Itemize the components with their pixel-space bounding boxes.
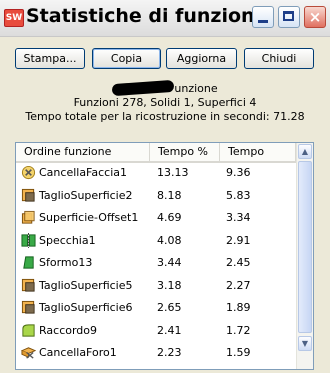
list-header: Ordine funzione Tempo % Tempo xyxy=(16,143,313,163)
close-dialog-button[interactable]: Chiudi xyxy=(244,48,314,69)
close-button[interactable]: × xyxy=(304,6,326,28)
feature-time: 1.89 xyxy=(226,301,251,314)
feature-name: TaglioSuperficie5 xyxy=(39,278,133,292)
feature-name: TaglioSuperficie6 xyxy=(39,301,133,314)
feature-time: 2.27 xyxy=(226,278,251,292)
feature-time-percent: 8.18 xyxy=(157,188,182,202)
feature-time: 3.34 xyxy=(226,211,251,224)
feature-statistics-window: SW Statistiche di funzione × Stampa... C… xyxy=(0,0,330,373)
scroll-down-arrow-icon[interactable]: ▼ xyxy=(298,336,312,351)
feature-time-percent: 13.13 xyxy=(157,166,189,179)
list-item[interactable]: Raccordo9 2.41 1.72 xyxy=(16,321,297,340)
feature-time-percent: 3.18 xyxy=(157,278,182,292)
offset-surface-icon xyxy=(21,210,36,225)
vertical-scrollbar[interactable]: ▲ ▼ xyxy=(296,143,313,369)
delete-face-icon xyxy=(21,165,36,180)
list-item[interactable]: CancellaFaccia1 13.13 9.36 xyxy=(16,163,297,182)
title-bar: SW Statistiche di funzione × xyxy=(0,0,330,37)
trim-surface-icon xyxy=(21,300,36,315)
redaction-mark xyxy=(112,79,175,97)
feature-name: Raccordo9 xyxy=(39,323,98,337)
column-header-time[interactable]: Tempo xyxy=(220,143,296,161)
print-button[interactable]: Stampa... xyxy=(15,48,85,69)
feature-time-percent: 3.44 xyxy=(157,256,182,269)
column-header-percent[interactable]: Tempo % xyxy=(150,143,220,161)
trim-surface-icon xyxy=(21,188,36,203)
feature-time: 2.45 xyxy=(226,256,251,269)
minimize-icon xyxy=(258,20,268,23)
maximize-icon xyxy=(283,11,294,21)
rebuild-time: Tempo totale per la ricostruzione in sec… xyxy=(25,110,305,123)
feature-time: 5.83 xyxy=(226,188,251,202)
list-item[interactable]: Superficie-Offset1 4.69 3.34 xyxy=(16,208,297,227)
feature-time-percent: 2.65 xyxy=(157,301,182,314)
refresh-button[interactable]: Aggiorna xyxy=(166,48,237,69)
feature-name: Sformo13 xyxy=(39,256,93,269)
list-item[interactable]: TaglioSuperficie6 2.65 1.89 xyxy=(16,298,297,317)
fillet-icon xyxy=(21,323,36,338)
delete-hole-icon xyxy=(20,345,37,360)
copy-button[interactable]: Copia xyxy=(92,48,161,69)
part-name-suffix: unzione xyxy=(174,82,218,95)
trim-surface-icon xyxy=(21,278,36,293)
feature-list[interactable]: Ordine funzione Tempo % Tempo CancellaFa… xyxy=(15,142,314,370)
feature-name: CancellaFaccia1 xyxy=(39,166,128,179)
scroll-thumb[interactable] xyxy=(298,161,312,333)
list-item[interactable]: TaglioSuperficie5 3.18 2.27 xyxy=(16,276,297,295)
feature-time-percent: 4.08 xyxy=(157,233,182,247)
feature-time: 9.36 xyxy=(226,166,251,179)
feature-name: Superficie-Offset1 xyxy=(39,211,139,224)
feature-name: CancellaForo1 xyxy=(39,346,117,359)
part-name-line: unzione xyxy=(0,79,330,97)
feature-name: TaglioSuperficie2 xyxy=(39,188,133,202)
list-item[interactable]: Sformo13 3.44 2.45 xyxy=(16,253,297,272)
scroll-up-arrow-icon[interactable]: ▲ xyxy=(298,144,312,159)
close-icon: × xyxy=(308,8,322,26)
feature-time-percent: 4.69 xyxy=(157,211,182,224)
maximize-button[interactable] xyxy=(278,6,300,28)
draft-icon xyxy=(21,255,36,270)
feature-time: 1.72 xyxy=(226,323,251,337)
minimize-button[interactable] xyxy=(252,6,274,28)
feature-time: 1.59 xyxy=(226,346,251,359)
window-title: Statistiche di funzione xyxy=(26,5,268,27)
feature-counts: Funzioni 278, Solidi 1, Superfici 4 xyxy=(73,96,257,109)
feature-time-percent: 2.23 xyxy=(157,346,182,359)
list-item[interactable]: Specchia1 4.08 2.91 xyxy=(16,231,297,250)
solidworks-logo: SW xyxy=(4,9,24,27)
mirror-icon xyxy=(21,232,36,248)
feature-name: Specchia1 xyxy=(39,233,96,247)
feature-time: 2.91 xyxy=(226,233,251,247)
list-item[interactable]: TaglioSuperficie2 8.18 5.83 xyxy=(16,186,297,205)
list-item[interactable]: CancellaForo1 2.23 1.59 xyxy=(16,343,297,362)
feature-time-percent: 2.41 xyxy=(157,323,182,337)
column-header-name[interactable]: Ordine funzione xyxy=(16,143,150,161)
